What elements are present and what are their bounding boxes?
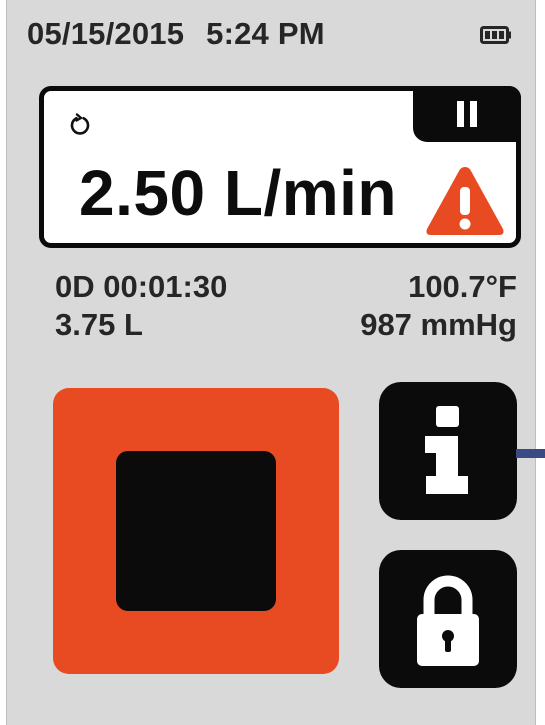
stop-icon [116,451,276,611]
flow-rate-value: 2.50 L/min [79,157,397,229]
date-text: 05/15/2015 [27,16,185,51]
lock-icon [417,575,479,666]
device-screen: 05/15/2015 5:24 PM 2.50 L/min 0D 00:01:3… [6,0,536,725]
elapsed-time: 0D 00:01:30 [55,269,228,304]
status-bar: 05/15/2015 5:24 PM [7,0,535,70]
pause-button[interactable] [413,86,521,142]
pause-icon [457,101,477,127]
warning-icon [424,163,506,239]
info-icon [425,406,468,494]
info-button[interactable] [379,382,517,520]
timer-icon [68,113,92,137]
callout-connector [516,449,545,458]
flow-rate-panel: 2.50 L/min [39,86,521,248]
pressure: 987 mmHg [360,307,517,342]
lock-button[interactable] [379,550,517,688]
readings-left: 0D 00:01:30 3.75 L [55,268,227,344]
readings-right: 100.7°F 987 mmHg [360,268,517,344]
date-time: 05/15/2015 5:24 PM [27,16,325,52]
time-text: 5:24 PM [206,16,325,51]
temperature: 100.7°F [408,269,517,304]
volume: 3.75 L [55,307,143,342]
battery-full-icon [480,26,512,44]
stop-button[interactable] [53,388,339,674]
